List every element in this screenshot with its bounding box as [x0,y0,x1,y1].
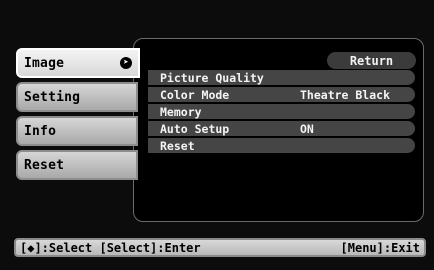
tab-image[interactable]: Image ➤ [16,48,140,78]
tab-info[interactable]: Info [16,116,138,146]
menu-item-value: Theatre Black [300,87,391,102]
key-hint-exit: [Menu]:Exit [340,240,420,255]
menu-item-memory[interactable]: Memory [148,104,415,119]
menu-item-label: Color Mode [160,87,230,102]
projector-menu-screen: Image ➤ Setting Info Reset Return Pictur… [0,0,434,270]
tab-label: Info [24,123,57,139]
tab-reset[interactable]: Reset [16,150,138,180]
key-hint-select-enter: [◆]:Select [Select]:Enter [20,240,201,255]
tab-label: Image [24,55,65,71]
key-hint-bar: [◆]:Select [Select]:Enter [Menu]:Exit [14,238,426,257]
tab-label: Setting [24,89,81,105]
menu-item-label: Memory [160,104,202,119]
menu-item-auto-setup[interactable]: Auto Setup ON [148,121,415,136]
menu-item-value: ON [300,121,314,136]
menu-item-reset[interactable]: Reset [148,138,415,153]
tab-setting[interactable]: Setting [16,82,138,112]
return-button[interactable]: Return [327,52,416,69]
menu-item-label: Picture Quality [160,70,264,85]
menu-item-picture-quality[interactable]: Picture Quality [148,70,415,85]
enter-icon: ➤ [120,57,132,69]
menu-item-label: Reset [160,138,195,153]
menu-item-color-mode[interactable]: Color Mode Theatre Black [148,87,415,102]
tab-label: Reset [24,157,65,173]
menu-item-label: Auto Setup [160,121,230,136]
